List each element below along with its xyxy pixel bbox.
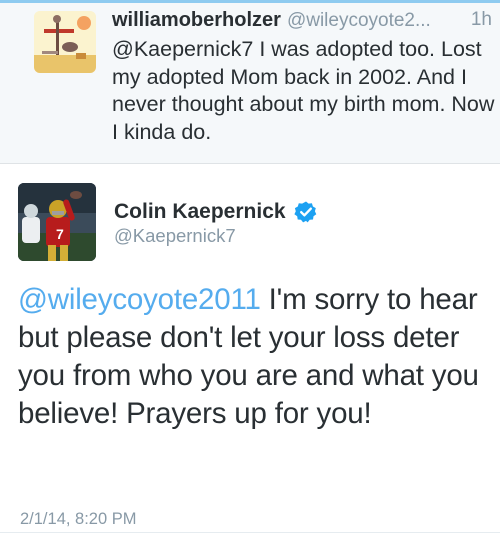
reply-handle[interactable]: @wileycoyote2...	[287, 10, 431, 31]
football-player-avatar-icon[interactable]: 7	[18, 183, 96, 261]
reply-display-name[interactable]: williamoberholzer	[112, 9, 281, 31]
reply-tweet[interactable]: williamoberholzer @wileycoyote2... 1h @Ka…	[0, 0, 500, 164]
cartoon-avatar-icon[interactable]	[34, 11, 96, 73]
main-tweet-text: @wileycoyote2011 I'm sorry to hear but p…	[18, 281, 496, 433]
divider	[0, 532, 500, 533]
reply-timestamp[interactable]: 1h	[460, 6, 492, 34]
mention-link[interactable]: @wileycoyote2011	[18, 283, 261, 316]
svg-text:7: 7	[56, 226, 64, 242]
tweet-date: 2/1/14, 8:20 PM	[20, 510, 137, 528]
main-handle[interactable]: @Kaepernick7	[114, 223, 236, 249]
reply-tweet-text: @Kaepernick7 I was adopted too. Lost my …	[112, 37, 495, 144]
main-tweet: 7 Colin Kaepernick @Kaepernick7 @wileyco…	[0, 165, 500, 535]
reply-header: williamoberholzer @wileycoyote2...	[112, 6, 496, 34]
verified-badge-icon	[293, 200, 318, 224]
